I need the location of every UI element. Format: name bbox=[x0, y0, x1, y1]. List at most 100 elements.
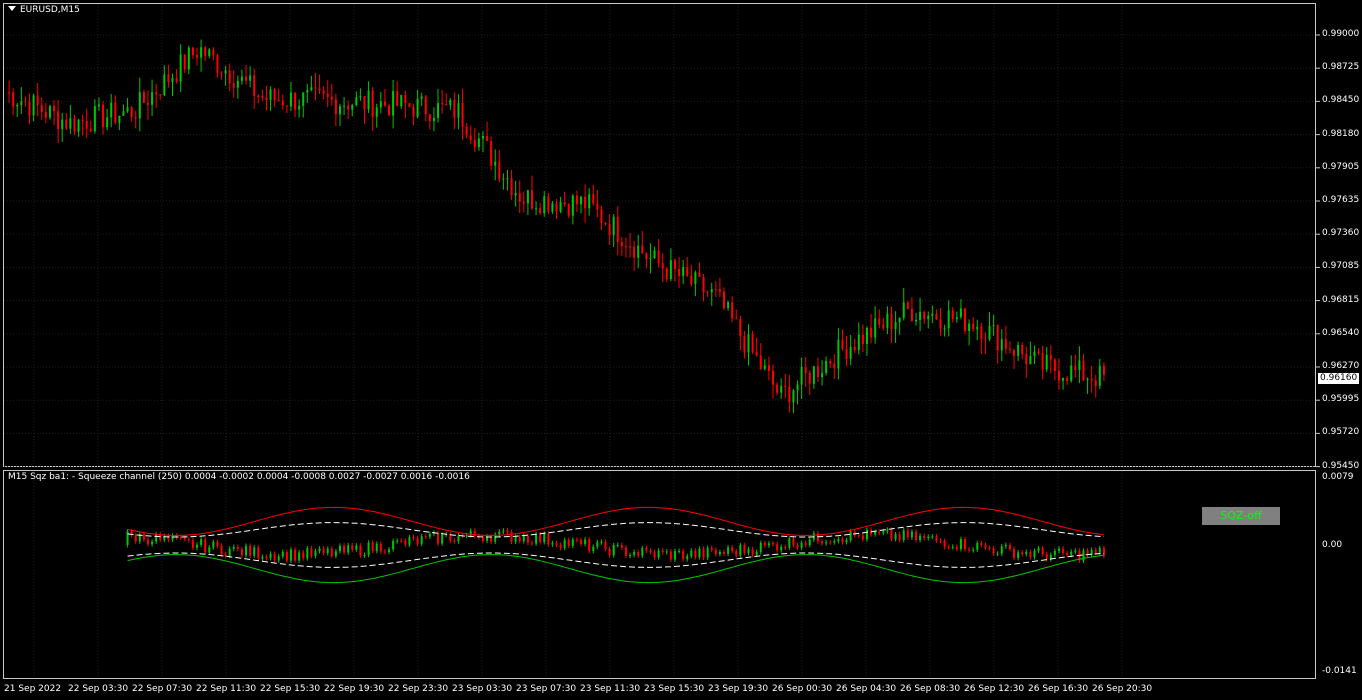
candle-body bbox=[159, 94, 162, 96]
candle-body bbox=[388, 105, 391, 116]
candle-body bbox=[265, 97, 268, 101]
time-tick-label: 22 Sep 07:30 bbox=[132, 684, 193, 694]
candle-body bbox=[392, 91, 395, 116]
candle-body bbox=[36, 95, 39, 106]
indicator-body bbox=[1021, 552, 1024, 555]
indicator-body bbox=[265, 556, 268, 559]
time-tick-label: 22 Sep 11:30 bbox=[196, 684, 257, 694]
price-tick-label: 0.99000 bbox=[1322, 29, 1360, 39]
indicator-body bbox=[543, 533, 546, 543]
indicator-body bbox=[964, 539, 967, 550]
candle-body bbox=[114, 102, 117, 123]
indicator-body bbox=[878, 532, 881, 534]
candle-body bbox=[1013, 350, 1016, 356]
candle-body bbox=[620, 242, 623, 247]
candle-body bbox=[146, 102, 149, 105]
candle-body bbox=[1102, 365, 1105, 375]
current-price-tag: 0.96160 bbox=[1318, 373, 1360, 384]
candle-body bbox=[53, 105, 56, 112]
candle-body bbox=[138, 92, 141, 119]
indicator-body bbox=[780, 546, 783, 551]
indicator-body bbox=[179, 537, 182, 539]
candle-body bbox=[710, 289, 713, 293]
candle-body bbox=[404, 95, 407, 104]
candle-body bbox=[584, 196, 587, 209]
time-tick-label: 26 Sep 08:30 bbox=[900, 684, 961, 694]
candle-body bbox=[804, 367, 807, 374]
indicator-body bbox=[804, 543, 807, 545]
indicator-body bbox=[294, 549, 297, 561]
candle-body bbox=[874, 318, 877, 338]
candle-body bbox=[437, 103, 440, 118]
candle-body bbox=[457, 102, 460, 118]
candle-body bbox=[731, 302, 734, 319]
indicator-body bbox=[453, 540, 456, 542]
indicator-body bbox=[530, 542, 533, 544]
candle-body bbox=[416, 98, 419, 117]
candle-body bbox=[1082, 360, 1085, 381]
candle-body bbox=[878, 318, 881, 325]
indicator-body bbox=[388, 549, 391, 552]
indicator-body bbox=[931, 536, 934, 538]
candle-body bbox=[678, 269, 681, 276]
candle-body bbox=[955, 317, 958, 320]
indicator-body bbox=[682, 551, 685, 560]
indicator-body bbox=[906, 530, 909, 538]
candle-body bbox=[461, 102, 464, 127]
indicator-body bbox=[359, 545, 362, 556]
indicator-body bbox=[420, 536, 423, 544]
candle-body bbox=[183, 54, 186, 70]
indicator-body bbox=[686, 556, 689, 560]
candle-body bbox=[171, 78, 174, 82]
indicator-body bbox=[653, 551, 656, 558]
candle-body bbox=[567, 204, 570, 216]
candle-body bbox=[800, 367, 803, 385]
candle-body bbox=[277, 100, 280, 102]
candle-body bbox=[326, 93, 329, 97]
candle-body bbox=[727, 302, 730, 309]
indicator-body bbox=[142, 534, 145, 540]
candle-body bbox=[85, 120, 88, 129]
indicator-body bbox=[249, 545, 252, 556]
indicator-body bbox=[481, 537, 484, 541]
candle-body bbox=[420, 96, 423, 99]
candle-body bbox=[616, 216, 619, 243]
candle-body bbox=[81, 119, 84, 121]
indicator-body bbox=[829, 542, 832, 544]
indicator-body bbox=[710, 547, 713, 550]
candle-body bbox=[829, 360, 832, 364]
candle-body bbox=[861, 334, 864, 345]
candle-body bbox=[424, 96, 427, 115]
indicator-body bbox=[759, 543, 762, 553]
candle-body bbox=[498, 161, 501, 180]
indicator-body bbox=[935, 536, 938, 541]
candle-body bbox=[204, 47, 207, 57]
indicator-body bbox=[1029, 551, 1032, 558]
candle-body bbox=[526, 190, 529, 204]
candle-body bbox=[445, 103, 448, 106]
candle-body bbox=[175, 78, 178, 82]
candle-body bbox=[796, 384, 799, 391]
candle-body bbox=[551, 203, 554, 212]
candle-body bbox=[110, 102, 113, 118]
candle-body bbox=[441, 103, 444, 105]
indicator-body bbox=[575, 539, 578, 541]
candle-body bbox=[453, 99, 456, 118]
candle-body bbox=[976, 326, 979, 330]
candle-body bbox=[608, 223, 611, 236]
indicator-body bbox=[306, 548, 309, 559]
candle-body bbox=[1078, 360, 1081, 371]
candle-body bbox=[57, 111, 60, 130]
indicator-body bbox=[890, 529, 893, 540]
indicator-body bbox=[808, 539, 811, 545]
indicator-body bbox=[792, 538, 795, 545]
price-tick-label: 0.95720 bbox=[1322, 427, 1360, 438]
candle-body bbox=[980, 326, 983, 340]
candle-body bbox=[535, 208, 538, 210]
candle-body bbox=[481, 135, 484, 139]
candle-body bbox=[669, 260, 672, 280]
indicator-body bbox=[914, 531, 917, 541]
indicator-body bbox=[1102, 548, 1105, 556]
sqz-status-button[interactable]: SQZ-off bbox=[1202, 507, 1280, 525]
indicator-body bbox=[526, 535, 529, 543]
